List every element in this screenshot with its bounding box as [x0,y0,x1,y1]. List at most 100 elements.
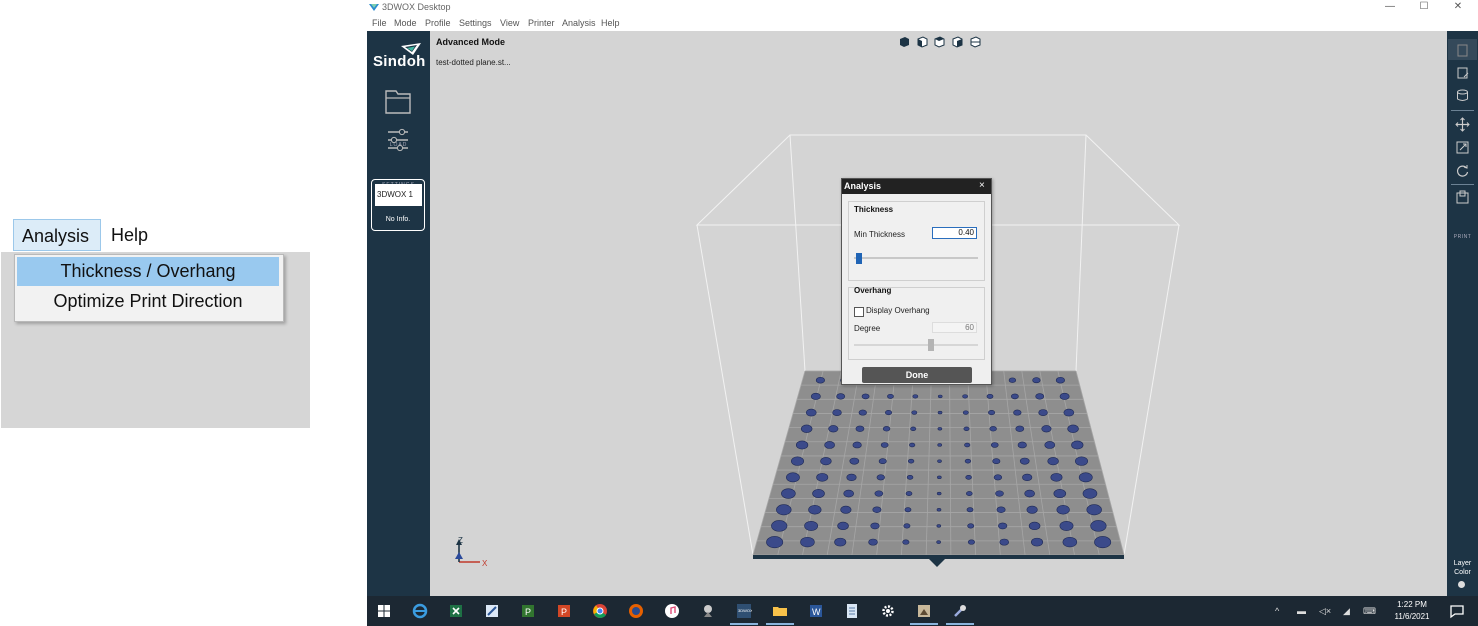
window-title: 3DWOX Desktop [382,2,451,12]
object-icon[interactable] [1455,43,1470,58]
clock[interactable]: 1:22 PM 11/6/2021 [1391,599,1433,623]
model-dot [837,521,849,531]
minimize-button[interactable]: — [1375,1,1405,12]
model-dot [936,524,942,528]
view-left-icon[interactable] [951,36,963,48]
tray-keyboard-icon[interactable]: ⌨ [1363,606,1376,617]
view-right-icon[interactable] [969,36,981,48]
menu-printer[interactable]: Printer [528,18,555,28]
model-dot [1059,520,1074,531]
printer-info: No Info. [385,216,411,223]
view-top-icon[interactable] [933,36,945,48]
move-icon[interactable] [1455,117,1470,132]
model-dot [907,458,915,464]
layer-color-swatch[interactable] [1458,581,1465,588]
inset-menu-optimize-print-direction[interactable]: Optimize Print Direction [17,287,279,316]
model-dot [1090,520,1107,532]
inset-analysis-dropdown: Thickness / Overhang Optimize Print Dire… [14,254,284,322]
settings-gear-icon[interactable] [880,603,896,619]
menu-settings[interactable]: Settings [459,18,492,28]
degree-slider-track[interactable] [854,344,978,346]
model-dot [903,523,911,529]
thickness-slider-handle[interactable] [855,253,862,264]
notification-center-icon[interactable] [1449,603,1465,619]
thickness-slider-track[interactable] [854,257,978,259]
project-icon[interactable]: P [520,603,536,619]
scale-icon[interactable] [1455,140,1470,155]
layers-icon[interactable] [1455,88,1470,103]
svg-text:W: W [812,607,821,617]
print-icon[interactable] [1455,190,1470,205]
dialog-close-button[interactable]: × [979,180,985,191]
settings-sliders-icon[interactable] [380,123,416,159]
menu-view[interactable]: View [500,18,519,28]
app-window: 3DWOX Desktop — ☐ ✕ File Mode Profile Se… [367,0,1478,596]
svg-text:3DWOX: 3DWOX [738,608,752,613]
model-dot [882,426,891,432]
done-button[interactable]: Done [862,367,972,383]
menu-help[interactable]: Help [601,18,620,28]
load-folder-icon[interactable] [380,85,416,121]
inset-menu-help[interactable]: Help [103,219,163,251]
edit-object-icon[interactable] [1455,66,1470,81]
degree-slider-handle[interactable] [927,339,934,351]
menu-analysis[interactable]: Analysis [562,18,596,28]
windows-start-icon[interactable] [376,603,392,619]
photos-icon[interactable] [916,603,932,619]
model-dot [1013,409,1022,416]
model-dot [1056,505,1070,515]
internet-explorer-icon[interactable] [412,603,428,619]
tray-chevron-icon[interactable]: ^ [1275,606,1279,616]
model-dot [992,458,1001,465]
app-icon[interactable] [700,603,716,619]
model-dot [936,491,942,496]
model-dot [878,458,887,465]
tray-battery-icon[interactable]: ▬ [1297,606,1306,616]
model-dot [810,392,821,400]
tool-icon[interactable] [952,603,968,619]
inset-menu-thickness-overhang[interactable]: Thickness / Overhang [17,257,279,286]
maximize-button[interactable]: ☐ [1409,1,1439,12]
menu-mode[interactable]: Mode [394,18,417,28]
firefox-icon[interactable] [628,603,644,619]
min-thickness-input[interactable]: 0.40 [932,227,977,239]
powerpoint-icon[interactable]: P [556,603,572,619]
model-dot [1019,457,1030,465]
tray-network-icon[interactable]: ◢ [1343,606,1350,617]
model-dot [1026,505,1038,514]
notepad-icon[interactable] [844,603,860,619]
file-explorer-icon[interactable] [772,603,788,619]
menu-file[interactable]: File [372,18,387,28]
excel-icon[interactable] [448,603,464,619]
inset-menu-analysis[interactable]: Analysis [13,219,101,251]
model-dot [966,507,974,513]
degree-input[interactable]: 60 [932,322,977,333]
menu-profile[interactable]: Profile [425,18,451,28]
model-dot [880,442,889,448]
open-app-indicator [910,623,938,625]
tray-volume-icon[interactable]: ◁× [1319,606,1331,617]
rotate-icon[interactable] [1455,163,1470,178]
chrome-icon[interactable] [592,603,608,619]
itunes-icon[interactable] [664,603,680,619]
model-dot [937,443,942,447]
model-dot [1082,488,1098,499]
3dwox-desktop-taskbar-icon[interactable]: 3DWOX [736,603,752,619]
printer-card[interactable]: 3DWOX 1 No Info. [371,179,425,231]
model-dot [834,537,847,547]
model-dot [1086,504,1102,516]
view-iso-icon[interactable] [898,36,910,48]
model-dot [937,475,942,480]
model-dot [1041,425,1052,433]
display-overhang-checkbox[interactable] [854,307,864,317]
thickness-group: Thickness [848,201,985,281]
model-dot [937,394,943,399]
loaded-file-name: test-dotted plane.st... [436,58,511,67]
view-front-icon[interactable] [916,36,928,48]
close-window-button[interactable]: ✕ [1443,1,1473,12]
model-dot [808,505,822,515]
model-dot [816,473,829,482]
model-dot [824,441,835,449]
paint-icon[interactable] [484,603,500,619]
word-icon[interactable]: W [808,603,824,619]
